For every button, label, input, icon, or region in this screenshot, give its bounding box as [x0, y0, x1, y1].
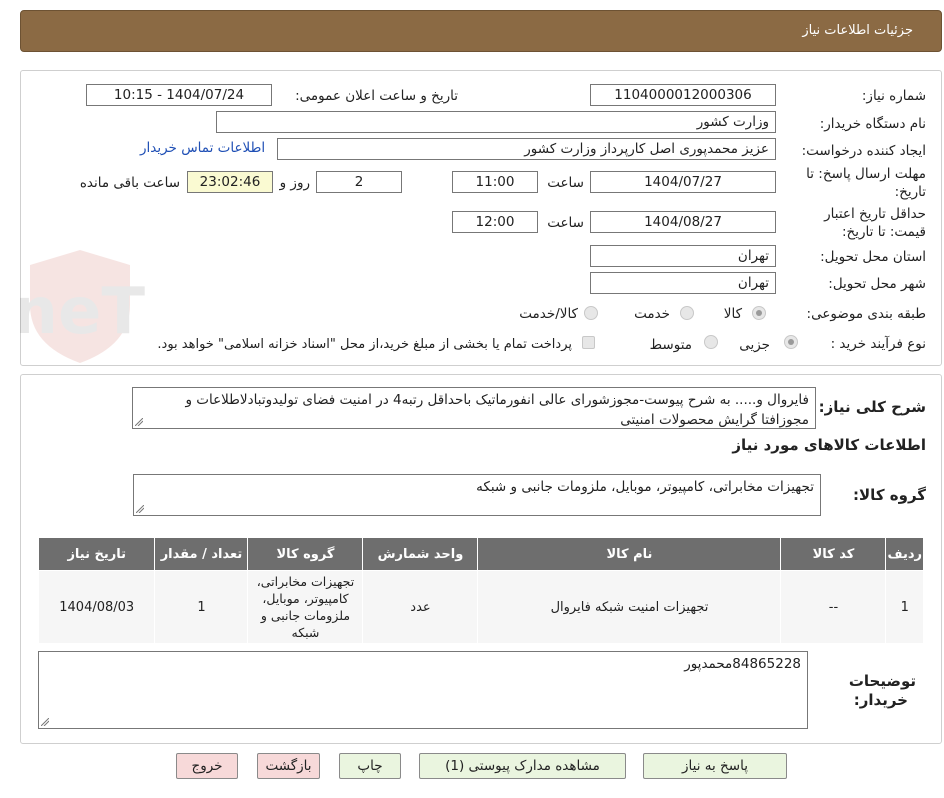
reply-button[interactable]: پاسخ به نیاز — [643, 753, 787, 779]
goods-table-header: ردیف کد کالا نام کالا واحد شمارش گروه کا… — [37, 537, 924, 571]
resize-grip-icon[interactable] — [135, 418, 143, 426]
category-option-goods: کالا — [723, 306, 742, 322]
col-name: نام کالا — [477, 537, 782, 571]
cell-row: 1 — [885, 570, 924, 644]
deadline-label: مهلت ارسال پاسخ: تا — [806, 166, 926, 182]
province-field: تهران — [590, 245, 776, 267]
category-radio-service[interactable] — [680, 306, 694, 320]
summary-label: شرح کلی نیاز: — [818, 398, 926, 416]
goods-group-textarea: تجهیزات مخابراتی، کامپیوتر، موبایل، ملزو… — [133, 474, 821, 516]
watermark-text: AriaTender.neT — [20, 275, 145, 349]
deadline-time-field: 11:00 — [452, 171, 538, 193]
announce-datetime-field: 1404/07/24 - 10:15 — [86, 84, 272, 106]
treasury-payment-note: پرداخت تمام یا بخشی از مبلغ خرید،از محل … — [157, 337, 572, 352]
col-code: کد کالا — [780, 537, 887, 571]
category-radio-both[interactable] — [584, 306, 598, 320]
buyer-notes-label: توضیحات — [848, 672, 916, 690]
validity-label-date: قیمت: تا تاریخ: — [842, 224, 926, 240]
col-need-date: تاریخ نیاز — [37, 537, 156, 571]
announce-label: تاریخ و ساعت اعلان عمومی: — [295, 88, 458, 104]
process-option-medium: متوسط — [649, 337, 692, 353]
view-attachments-button[interactable]: مشاهده مدارک پیوستی (1) — [419, 753, 626, 779]
process-radio-partial[interactable] — [784, 335, 798, 349]
category-option-both: کالا/خدمت — [519, 306, 578, 322]
cell-group: تجهیزات مخابراتی، کامپیوتر، موبایل، ملزو… — [247, 570, 364, 644]
treasury-payment-checkbox[interactable] — [582, 336, 595, 349]
deadline-date-field: 1404/07/27 — [590, 171, 776, 193]
page-title: جزئیات اطلاعات نیاز — [802, 23, 913, 38]
back-button[interactable]: بازگشت — [257, 753, 320, 779]
buyer-notes-textarea: 84865228محمدپور — [38, 651, 808, 729]
table-row: 1 -- تجهیزات امنیت شبکه فایروال عدد تجهی… — [37, 570, 924, 644]
province-label: استان محل تحویل: — [820, 249, 926, 265]
buyer-contact-link[interactable]: اطلاعات تماس خریدار — [140, 140, 265, 156]
city-label: شهر محل تحویل: — [828, 276, 926, 292]
cell-need-date: 1404/08/03 — [37, 570, 156, 644]
page-header: جزئیات اطلاعات نیاز — [20, 10, 942, 52]
resize-grip-icon[interactable] — [41, 718, 49, 726]
process-option-partial: جزیی — [739, 337, 770, 353]
exit-button[interactable]: خروج — [176, 753, 238, 779]
goods-section-title: اطلاعات کالاهای مورد نیاز — [732, 436, 926, 454]
summary-text: فایروال و..... به شرح پیوست-مجوزشورای عا… — [185, 392, 809, 428]
requester-label: ایجاد کننده درخواست: — [801, 143, 926, 159]
category-label: طبقه بندی موضوعی: — [806, 306, 926, 322]
deadline-time-label: ساعت — [547, 175, 584, 191]
goods-group-label: گروه کالا: — [853, 486, 926, 504]
col-quantity: تعداد / مقدار — [154, 537, 249, 571]
col-group: گروه کالا — [247, 537, 364, 571]
validity-date-field: 1404/08/27 — [590, 211, 776, 233]
remaining-time-field: 23:02:46 — [187, 171, 273, 193]
validity-time-label: ساعت — [547, 215, 584, 231]
category-option-service: خدمت — [634, 306, 670, 322]
deadline-label-date: تاریخ: — [894, 184, 926, 200]
goods-group-text: تجهیزات مخابراتی، کامپیوتر، موبایل، ملزو… — [476, 479, 814, 495]
summary-textarea: فایروال و..... به شرح پیوست-مجوزشورای عا… — [132, 387, 816, 429]
goods-table: ردیف کد کالا نام کالا واحد شمارش گروه کا… — [37, 537, 924, 644]
validity-label: حداقل تاریخ اعتبار — [824, 206, 926, 222]
process-radio-medium[interactable] — [704, 335, 718, 349]
remaining-label: ساعت باقی مانده — [79, 175, 180, 191]
buyer-org-field: وزارت کشور — [216, 111, 776, 133]
buyer-notes-label-2: خریدار: — [853, 691, 908, 709]
validity-time-field: 12:00 — [452, 211, 538, 233]
need-number-label: شماره نیاز: — [861, 88, 926, 104]
cell-quantity: 1 — [154, 570, 249, 644]
days-label: روز و — [279, 175, 310, 191]
col-unit: واحد شمارش — [362, 537, 479, 571]
days-field: 2 — [316, 171, 402, 193]
process-label: نوع فرآیند خرید : — [830, 336, 926, 352]
city-field: تهران — [590, 272, 776, 294]
cell-code: -- — [780, 570, 887, 644]
requester-field: عزیز محمدپوری اصل کارپرداز وزارت کشور — [277, 138, 776, 160]
need-number-field: 1104000012000306 — [590, 84, 776, 106]
category-radio-goods[interactable] — [752, 306, 766, 320]
buyer-notes-text: 84865228محمدپور — [684, 656, 801, 672]
print-button[interactable]: چاپ — [339, 753, 401, 779]
resize-grip-icon[interactable] — [136, 505, 144, 513]
buyer-org-label: نام دستگاه خریدار: — [819, 116, 926, 132]
cell-name: تجهیزات امنیت شبکه فایروال — [477, 570, 782, 644]
cell-unit: عدد — [362, 570, 479, 644]
col-row: ردیف — [885, 537, 924, 571]
